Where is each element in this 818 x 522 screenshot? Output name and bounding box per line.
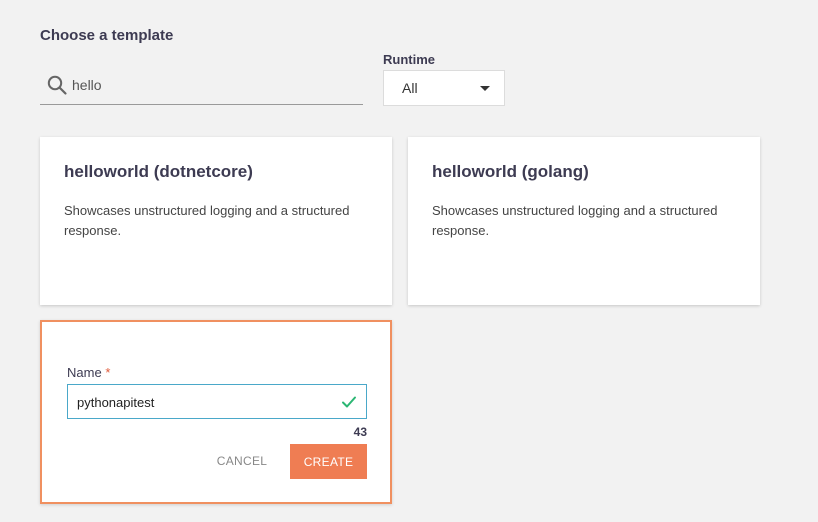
cancel-button[interactable]: CANCEL <box>206 444 278 478</box>
create-button[interactable]: CREATE <box>290 444 367 479</box>
search-icon <box>47 75 67 95</box>
template-description: Showcases unstructured logging and a str… <box>432 203 718 238</box>
char-counter: 43 <box>353 425 367 439</box>
name-field-label: Name * <box>67 365 110 380</box>
template-card-dotnetcore[interactable]: helloworld (dotnetcore) Showcases unstru… <box>40 137 392 305</box>
template-search[interactable] <box>40 68 363 105</box>
template-description: Showcases unstructured logging and a str… <box>64 203 350 238</box>
search-input[interactable] <box>72 72 352 98</box>
check-icon <box>342 396 356 408</box>
name-label-text: Name <box>67 365 102 380</box>
template-title: helloworld (golang) <box>432 162 589 181</box>
name-field[interactable] <box>67 384 367 419</box>
runtime-selected-value: All <box>402 80 418 96</box>
required-marker: * <box>105 365 111 380</box>
template-card-golang[interactable]: helloworld (golang) Showcases unstructur… <box>408 137 760 305</box>
caret-down-icon <box>480 86 490 91</box>
template-chooser: Choose a template Runtime All helloworld… <box>0 0 818 522</box>
create-function-form: Name * 43 CANCEL CREATE <box>40 320 392 504</box>
name-input[interactable] <box>77 390 332 414</box>
runtime-label: Runtime <box>383 52 435 67</box>
template-title: helloworld (dotnetcore) <box>64 162 253 181</box>
runtime-dropdown[interactable]: All <box>383 70 505 106</box>
page-title: Choose a template <box>40 27 174 44</box>
